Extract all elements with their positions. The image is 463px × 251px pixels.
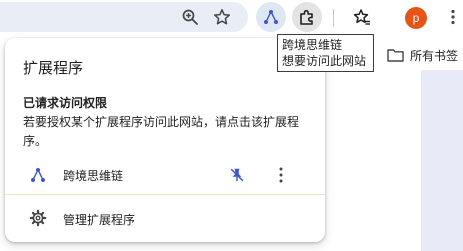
- extension-tooltip: 跨境思维链 想要访问此网站: [277, 34, 374, 72]
- tooltip-line-2: 想要访问此网站: [282, 54, 367, 68]
- puzzle-piece-icon[interactable]: [292, 2, 322, 32]
- star-list-icon[interactable]: [349, 4, 375, 30]
- mind-map-extension-icon: [31, 168, 45, 182]
- profile-avatar[interactable]: p: [405, 7, 427, 29]
- vertical-dots-icon[interactable]: [272, 164, 290, 186]
- gear-icon: [29, 209, 47, 227]
- mind-map-extension-icon[interactable]: [256, 2, 286, 32]
- vertical-dots-icon[interactable]: [440, 4, 463, 30]
- unpin-icon[interactable]: [226, 164, 248, 186]
- page-content-strip: [421, 70, 463, 251]
- requested-access-description: 若要授权某个扩展程序访问此网站，请点击该扩展程序。: [23, 115, 300, 148]
- bookmark-folder-all[interactable]: 所有书签: [387, 45, 458, 65]
- manage-extensions-label: 管理扩展程序: [63, 213, 136, 227]
- manage-extensions-button[interactable]: 管理扩展程序: [5, 204, 325, 234]
- zoom-in-icon[interactable]: [177, 4, 203, 30]
- requested-access-heading: 已请求访问权限: [23, 96, 108, 110]
- popup-title: 扩展程序: [23, 59, 84, 77]
- extension-row[interactable]: 跨境思维链: [5, 160, 325, 190]
- toolbar-divider: [333, 9, 334, 27]
- browser-toolbar: p: [0, 0, 463, 36]
- tooltip-line-1: 跨境思维链: [282, 38, 343, 52]
- popup-divider: [5, 194, 325, 195]
- star-icon[interactable]: [209, 4, 235, 30]
- bookmark-folder-label: 所有书签: [410, 48, 459, 63]
- extension-name: 跨境思维链: [63, 169, 124, 183]
- folder-icon: [387, 49, 404, 62]
